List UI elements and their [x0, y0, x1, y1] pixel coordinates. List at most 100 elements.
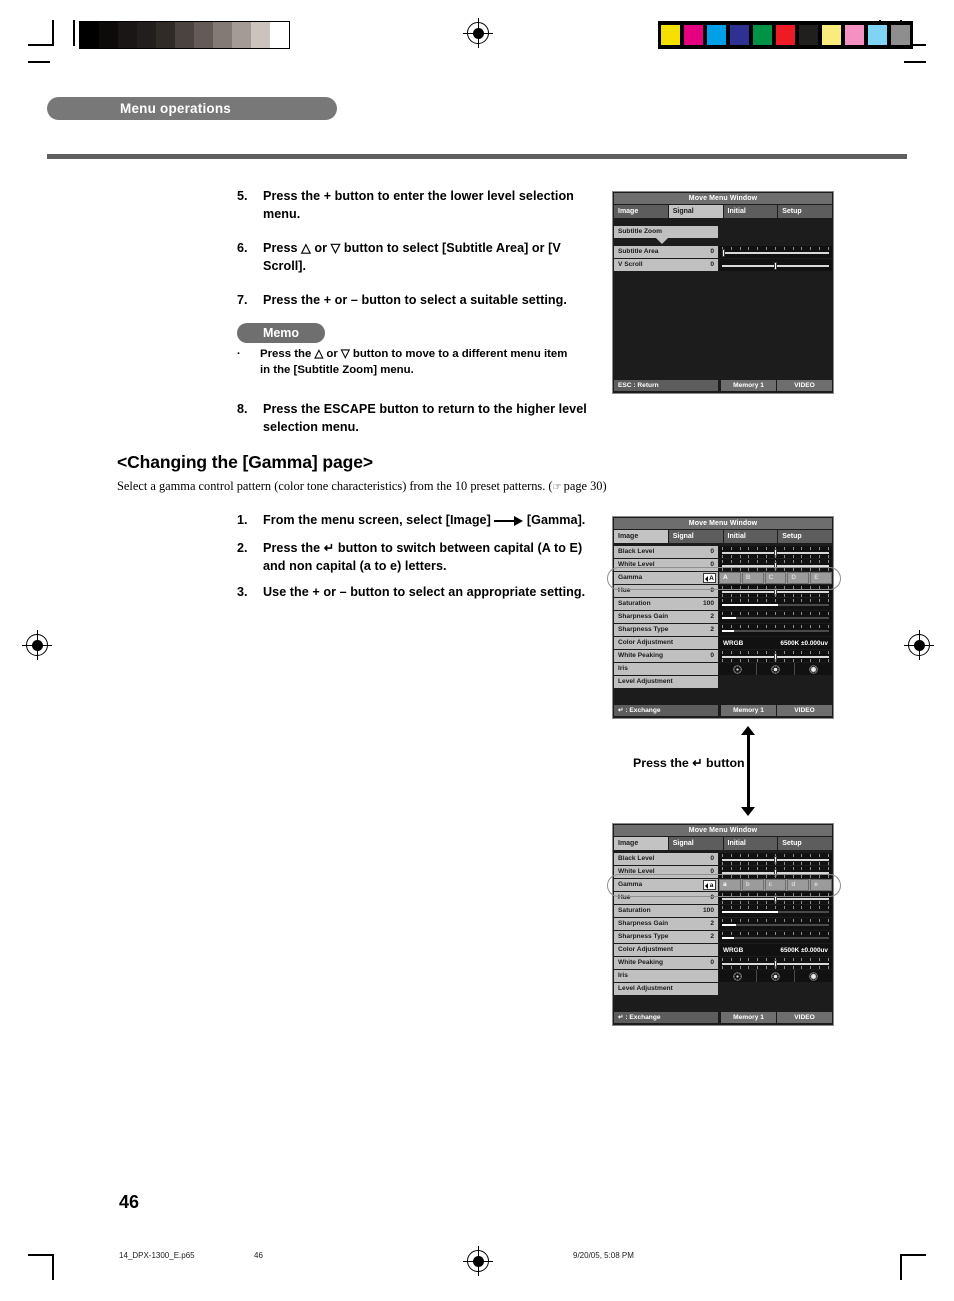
table-row[interactable]: Iris [614, 663, 832, 675]
iris-option-small[interactable] [719, 663, 757, 675]
osd-row-control[interactable] [719, 598, 832, 610]
gamma-chip-e[interactable]: e [810, 879, 832, 891]
table-row[interactable]: Gamma A A B C D E [614, 572, 832, 584]
osd-row-control[interactable] [719, 892, 832, 904]
slider[interactable] [722, 598, 829, 610]
osd-row-control[interactable] [719, 259, 832, 271]
iris-options[interactable] [719, 663, 832, 675]
osd-tab-initial[interactable]: Initial [723, 530, 778, 543]
osd-subtitle-zoom[interactable]: Move Menu Window Image Signal Initial Se… [612, 191, 834, 394]
osd-tab-initial[interactable]: Initial [723, 205, 778, 218]
table-row[interactable]: Sharpness Type 2 [614, 624, 832, 636]
table-row[interactable]: Iris [614, 970, 832, 982]
table-row[interactable]: Hue 0 [614, 892, 832, 904]
table-row[interactable]: Saturation 100 [614, 905, 832, 917]
gamma-chip-c[interactable]: c [764, 879, 787, 891]
gamma-chip-A[interactable]: A [719, 572, 741, 584]
table-row[interactable]: Black Level 0 [614, 546, 832, 558]
iris-option-small[interactable] [719, 970, 757, 982]
slider[interactable] [722, 853, 829, 865]
slider-subtitle-area[interactable] [721, 246, 829, 258]
osd-row-control[interactable] [719, 918, 832, 930]
iris-option-large[interactable] [795, 663, 832, 675]
osd-gamma-lowercase[interactable]: Move Menu Window Image Signal Initial Se… [612, 823, 834, 1026]
table-row[interactable]: Hue 0 [614, 585, 832, 597]
slider[interactable] [722, 866, 829, 878]
osd-row-control[interactable]: WRGB 6500K ±0.000uv [719, 637, 832, 649]
slider-knob[interactable] [721, 249, 725, 257]
gamma-chip-b[interactable]: b [741, 879, 764, 891]
osd-row-control[interactable] [719, 650, 832, 662]
table-row[interactable]: Color Adjustment WRGB 6500K ±0.000uv [614, 637, 832, 649]
osd-tab-setup[interactable]: Setup [778, 530, 832, 543]
gamma-preset-chips[interactable]: ABCDE [719, 572, 832, 584]
osd-gamma-uppercase[interactable]: Move Menu Window Image Signal Initial Se… [612, 516, 834, 719]
gamma-chip-D[interactable]: D [787, 572, 810, 584]
osd-submenu-row[interactable]: Subtitle Zoom [614, 226, 832, 244]
osd-row-control[interactable] [719, 853, 832, 865]
slider[interactable] [722, 624, 829, 636]
gamma-chip-a[interactable]: a [719, 879, 741, 891]
osd-row-control[interactable]: WRGB 6500K ±0.000uv [719, 944, 832, 956]
slider[interactable] [722, 892, 829, 904]
table-row[interactable]: White Level 0 [614, 866, 832, 878]
slider[interactable] [722, 905, 829, 917]
table-row[interactable]: White Peaking 0 [614, 957, 832, 969]
gamma-value-box[interactable]: A [703, 573, 716, 583]
table-row[interactable]: Subtitle Area 0 [614, 246, 832, 258]
osd-row-control[interactable] [719, 559, 832, 571]
osd-tab-image[interactable]: Image [614, 837, 668, 850]
osd-row-control[interactable] [719, 866, 832, 878]
slider[interactable] [722, 585, 829, 597]
osd-row-control[interactable] [719, 546, 832, 558]
osd-row-control[interactable] [719, 585, 832, 597]
table-row[interactable]: Sharpness Gain 2 [614, 918, 832, 930]
table-row[interactable]: Level Adjustment [614, 983, 832, 995]
slider[interactable] [722, 650, 829, 662]
osd-tab-setup[interactable]: Setup [778, 837, 832, 850]
gamma-value-box[interactable]: a [703, 880, 716, 890]
slider[interactable] [722, 918, 829, 930]
slider-v-scroll[interactable] [722, 259, 829, 271]
osd-tab-setup[interactable]: Setup [778, 205, 832, 218]
slider[interactable] [722, 559, 829, 571]
table-row[interactable]: Saturation 100 [614, 598, 832, 610]
gamma-chip-C[interactable]: C [764, 572, 787, 584]
slider[interactable] [722, 546, 829, 558]
iris-options[interactable] [719, 970, 832, 982]
osd-tab-signal[interactable]: Signal [668, 205, 723, 218]
osd-tab-initial[interactable]: Initial [723, 837, 778, 850]
iris-option-medium[interactable] [757, 663, 795, 675]
osd-tab-bar[interactable]: Image Signal Initial Setup [614, 205, 832, 218]
table-row[interactable]: White Peaking 0 [614, 650, 832, 662]
osd-tab-image[interactable]: Image [614, 530, 668, 543]
osd-row-control[interactable] [719, 611, 832, 623]
osd-tab-signal[interactable]: Signal [668, 837, 723, 850]
osd-row-control[interactable]: abcde [719, 879, 832, 891]
table-row[interactable]: Black Level 0 [614, 853, 832, 865]
table-row[interactable]: Color Adjustment WRGB 6500K ±0.000uv [614, 944, 832, 956]
slider[interactable] [722, 931, 829, 943]
osd-tab-image[interactable]: Image [614, 205, 668, 218]
osd-tab-bar[interactable]: Image Signal Initial Setup [614, 530, 832, 543]
table-row[interactable]: Level Adjustment [614, 676, 832, 688]
osd-tab-signal[interactable]: Signal [668, 530, 723, 543]
osd-tab-bar[interactable]: Image Signal Initial Setup [614, 837, 832, 850]
slider-knob[interactable] [774, 262, 777, 270]
osd-row-control[interactable] [719, 957, 832, 969]
gamma-chip-B[interactable]: B [741, 572, 764, 584]
osd-row-control[interactable] [719, 624, 832, 636]
gamma-preset-chips[interactable]: abcde [719, 879, 832, 891]
table-row[interactable]: Gamma a a b c d e [614, 879, 832, 891]
table-row[interactable]: Sharpness Gain 2 [614, 611, 832, 623]
gamma-chip-d[interactable]: d [787, 879, 810, 891]
slider[interactable] [722, 611, 829, 623]
iris-option-large[interactable] [795, 970, 832, 982]
slider[interactable] [722, 957, 829, 969]
osd-row-control[interactable]: ABCDE [719, 572, 832, 584]
osd-row-control[interactable] [719, 905, 832, 917]
osd-row-control[interactable] [719, 931, 832, 943]
osd-row-control[interactable] [719, 246, 832, 258]
table-row[interactable]: V Scroll 0 [614, 259, 832, 271]
osd-row-control[interactable] [719, 970, 832, 982]
